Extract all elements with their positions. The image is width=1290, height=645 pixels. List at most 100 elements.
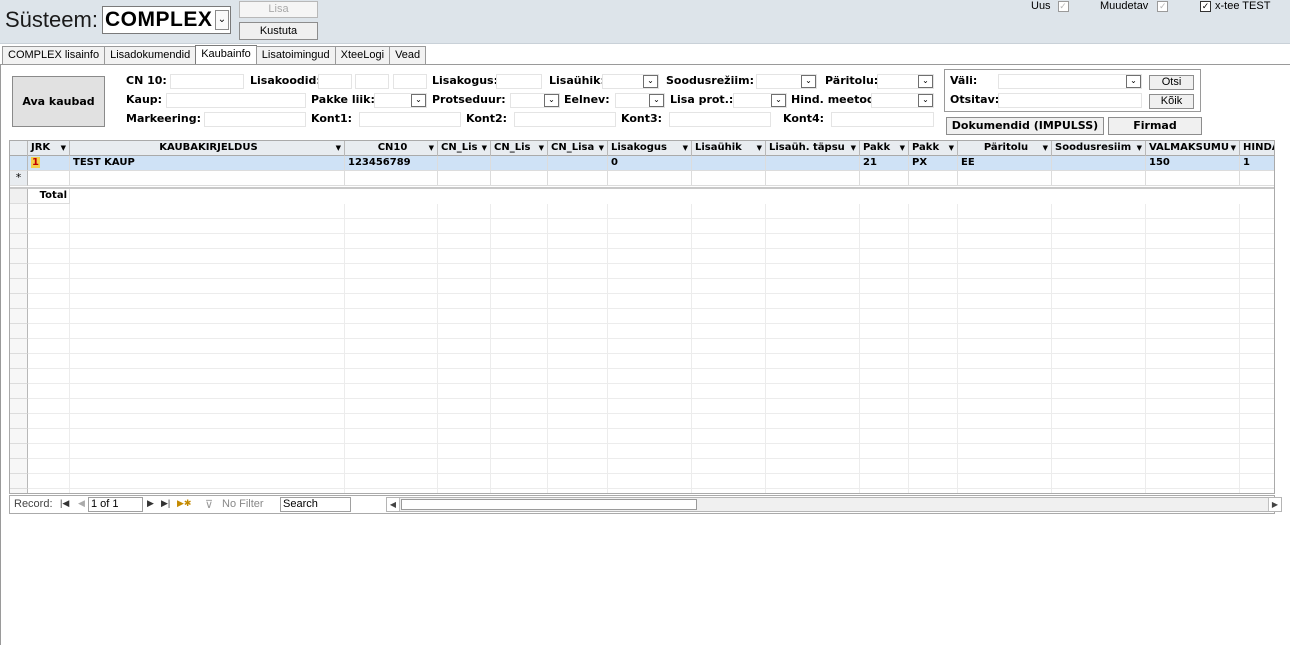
column-header-hinda[interactable]: HINDA (1240, 141, 1274, 156)
table-cell[interactable] (548, 171, 608, 186)
no-filter-button[interactable]: No Filter (222, 498, 264, 510)
tab-vead[interactable]: Vead (389, 46, 427, 65)
container1-field[interactable] (359, 112, 461, 127)
tab-xteelogi[interactable]: XteeLogi (334, 46, 391, 65)
all-button[interactable]: Kõik (1149, 94, 1194, 109)
table-cell-valmaksumus[interactable]: 150 (1146, 156, 1240, 171)
table-cell-lisakogus[interactable]: 0 (608, 156, 692, 171)
table-cell-soodusresiim[interactable] (1052, 156, 1146, 171)
search-box[interactable]: Search (280, 497, 351, 512)
add-procedure-combo[interactable]: ⌄ (733, 93, 787, 108)
table-cell[interactable] (345, 171, 438, 186)
tab-lisadokumendid[interactable]: Lisadokumendid (104, 46, 197, 65)
table-row[interactable]: 1 TEST KAUP 123456789 0 21 PX EE 150 1 (10, 156, 1274, 171)
table-cell[interactable] (1146, 171, 1240, 186)
additional-code-3-field[interactable] (393, 74, 427, 89)
xtee-checkbox[interactable]: ✓ (1200, 0, 1211, 12)
table-cell[interactable] (491, 171, 548, 186)
additional-unit-combo[interactable]: ⌄ (602, 74, 659, 89)
chevron-down-icon[interactable]: ⌄ (1126, 75, 1141, 88)
column-header-lisayhik[interactable]: Lisaühik ▼ (692, 141, 766, 156)
chevron-down-icon[interactable]: ▼ (1231, 141, 1236, 155)
chevron-down-icon[interactable]: ⌄ (411, 94, 426, 107)
table-cell[interactable] (766, 171, 860, 186)
origin-combo[interactable]: ⌄ (877, 74, 934, 89)
modified-checkbox[interactable]: ✓ (1157, 0, 1169, 12)
new-checkbox[interactable]: ✓ (1057, 0, 1069, 12)
system-combo[interactable]: COMPLEX ⌄ (102, 6, 231, 34)
table-cell-cn-lisa[interactable] (548, 156, 608, 171)
chevron-down-icon[interactable]: ▼ (757, 141, 762, 155)
column-header-paritolu[interactable]: Päritolu ▼ (958, 141, 1052, 156)
row-selector[interactable] (10, 156, 28, 171)
table-cell-lisayhik[interactable] (692, 156, 766, 171)
previous-record-icon[interactable]: ◀ (78, 498, 85, 509)
scrollbar-thumb[interactable] (401, 499, 697, 510)
goods-field[interactable] (166, 93, 306, 108)
table-cell-jrk[interactable]: 1 (28, 156, 70, 171)
select-all-corner[interactable] (10, 141, 28, 156)
chevron-down-icon[interactable]: ⌄ (918, 75, 933, 88)
documents-button[interactable]: Dokumendid (IMPULSS) (946, 117, 1104, 135)
table-cell[interactable] (70, 171, 345, 186)
column-header-valmaksumus[interactable]: VALMAKSUMU ▼ (1146, 141, 1240, 156)
preference-regime-combo[interactable]: ⌄ (756, 74, 817, 89)
chevron-down-icon[interactable]: ⌄ (643, 75, 658, 88)
chevron-down-icon[interactable]: ▼ (61, 141, 66, 155)
filter-icon[interactable]: ⊽ (205, 498, 213, 511)
table-cell-lisayh-tapsu[interactable] (766, 156, 860, 171)
chevron-down-icon[interactable]: ⌄ (918, 94, 933, 107)
chevron-down-icon[interactable]: ▼ (482, 141, 487, 155)
table-cell[interactable] (1240, 171, 1274, 186)
tab-complex-lisainfo[interactable]: COMPLEX lisainfo (2, 46, 106, 65)
column-header-cn-lisa[interactable]: CN_Lisa ▼ (548, 141, 608, 156)
scroll-left-icon[interactable]: ◀ (387, 498, 400, 511)
table-cell-cn-lis-2[interactable] (491, 156, 548, 171)
previous-combo[interactable]: ⌄ (615, 93, 665, 108)
chevron-down-icon[interactable]: ▼ (949, 141, 954, 155)
chevron-down-icon[interactable]: ⌄ (215, 10, 229, 30)
tab-lisatoimingud[interactable]: Lisatoimingud (255, 46, 336, 65)
container4-field[interactable] (831, 112, 934, 127)
procedure-combo[interactable]: ⌄ (510, 93, 560, 108)
scroll-right-icon[interactable]: ▶ (1268, 498, 1281, 511)
horizontal-scrollbar[interactable]: ◀ ▶ (386, 497, 1282, 512)
column-header-kaubakirjeldus[interactable]: KAUBAKIRJELDUS ▼ (70, 141, 345, 156)
container2-field[interactable] (514, 112, 616, 127)
table-cell[interactable] (608, 171, 692, 186)
table-cell[interactable] (28, 171, 70, 186)
chevron-down-icon[interactable]: ▼ (683, 141, 688, 155)
delete-button[interactable]: Kustuta (239, 22, 318, 40)
chevron-down-icon[interactable]: ▼ (429, 141, 434, 155)
table-cell-cn10[interactable]: 123456789 (345, 156, 438, 171)
new-record-row[interactable]: * (10, 171, 1274, 186)
last-record-icon[interactable]: ▶| (161, 498, 170, 509)
add-button[interactable]: Lisa (239, 1, 318, 18)
marking-field[interactable] (204, 112, 306, 127)
tab-kaubainfo[interactable]: Kaubainfo (195, 45, 257, 65)
column-header-cn-lis-2[interactable]: CN_Lis ▼ (491, 141, 548, 156)
new-record-icon[interactable]: ▶✱ (177, 498, 191, 509)
chevron-down-icon[interactable]: ▼ (851, 141, 856, 155)
container3-field[interactable] (669, 112, 771, 127)
new-row-marker[interactable]: * (10, 171, 28, 186)
column-header-pakk-1[interactable]: Pakk ▼ (860, 141, 909, 156)
companies-button[interactable]: Firmad (1108, 117, 1202, 135)
additional-qty-field[interactable] (496, 74, 542, 89)
table-cell[interactable] (909, 171, 958, 186)
valuation-method-combo[interactable]: ⌄ (871, 93, 934, 108)
chevron-down-icon[interactable]: ⌄ (544, 94, 559, 107)
chevron-down-icon[interactable]: ▼ (539, 141, 544, 155)
search-button[interactable]: Otsi (1149, 75, 1194, 90)
first-record-icon[interactable]: |◀ (60, 498, 69, 509)
table-cell-pakk-2[interactable]: PX (909, 156, 958, 171)
chevron-down-icon[interactable]: ▼ (336, 141, 341, 155)
chevron-down-icon[interactable]: ▼ (900, 141, 905, 155)
open-goods-button[interactable]: Ava kaubad (12, 76, 105, 127)
table-cell-paritolu[interactable]: EE (958, 156, 1052, 171)
search-field-combo[interactable]: ⌄ (998, 74, 1142, 89)
table-cell[interactable] (438, 171, 491, 186)
next-record-icon[interactable]: ▶ (147, 498, 154, 509)
column-header-soodusresiim[interactable]: Soodusresiim ▼ (1052, 141, 1146, 156)
package-type-combo[interactable]: ⌄ (374, 93, 427, 108)
